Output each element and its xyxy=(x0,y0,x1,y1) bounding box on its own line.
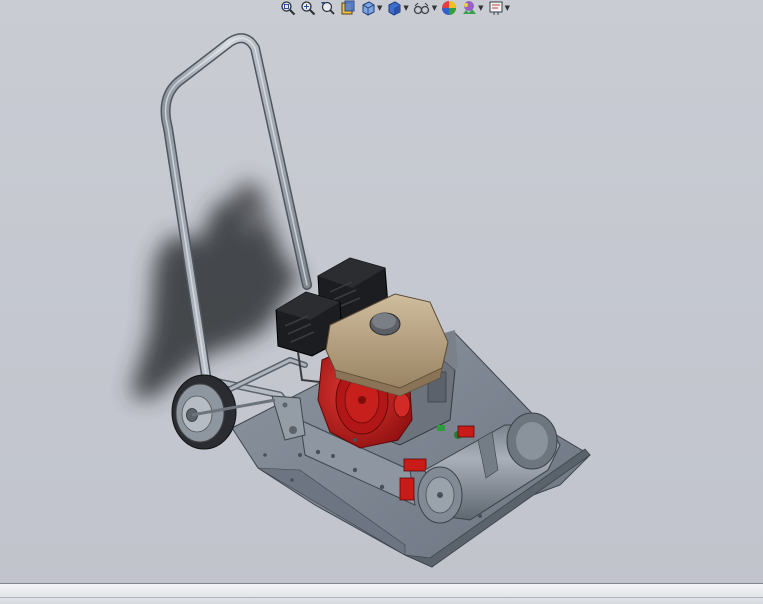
hide-show-items-button[interactable]: ▼ xyxy=(413,0,437,16)
display-style-button[interactable]: ▼ xyxy=(386,0,409,16)
exciter-clip xyxy=(457,425,475,438)
chevron-down-icon: ▼ xyxy=(504,4,510,12)
engine-mount-clip-side xyxy=(403,458,427,472)
edit-appearance-icon xyxy=(442,1,457,15)
graphics-viewport[interactable]: ▼ ▼ ▼ ▼ ▼ xyxy=(0,0,763,583)
view-settings-button[interactable]: ▼ xyxy=(488,0,510,16)
section-view-button[interactable] xyxy=(340,0,356,16)
apply-scene-button[interactable]: ▼ xyxy=(461,0,484,16)
zoom-to-area-button[interactable] xyxy=(300,0,316,16)
chevron-down-icon: ▼ xyxy=(377,4,383,12)
view-settings-icon xyxy=(489,1,503,15)
zoom-to-fit-button[interactable] xyxy=(280,0,296,16)
edit-appearance-button[interactable] xyxy=(441,0,457,16)
section-view-icon xyxy=(341,0,355,15)
chevron-down-icon: ▼ xyxy=(403,4,409,12)
frame-divider xyxy=(0,597,763,598)
zoom-to-area-icon xyxy=(301,1,316,16)
chevron-down-icon: ▼ xyxy=(431,4,438,12)
zoom-to-fit-icon xyxy=(281,1,296,16)
view-orientation-icon xyxy=(362,1,375,16)
engine-mount-clip-front xyxy=(399,477,415,501)
previous-view-icon xyxy=(321,1,335,15)
viewport-bottom-frame xyxy=(0,583,763,604)
model-viewport-svg[interactable] xyxy=(0,0,763,583)
chevron-down-icon: ▼ xyxy=(478,4,484,12)
previous-view-button[interactable] xyxy=(320,0,336,16)
display-style-icon xyxy=(388,1,401,16)
hide-show-items-icon xyxy=(413,2,429,15)
apply-scene-icon xyxy=(463,1,477,14)
heads-up-view-toolbar: ▼ ▼ ▼ ▼ ▼ xyxy=(280,0,510,16)
view-orientation-button[interactable]: ▼ xyxy=(360,0,382,16)
